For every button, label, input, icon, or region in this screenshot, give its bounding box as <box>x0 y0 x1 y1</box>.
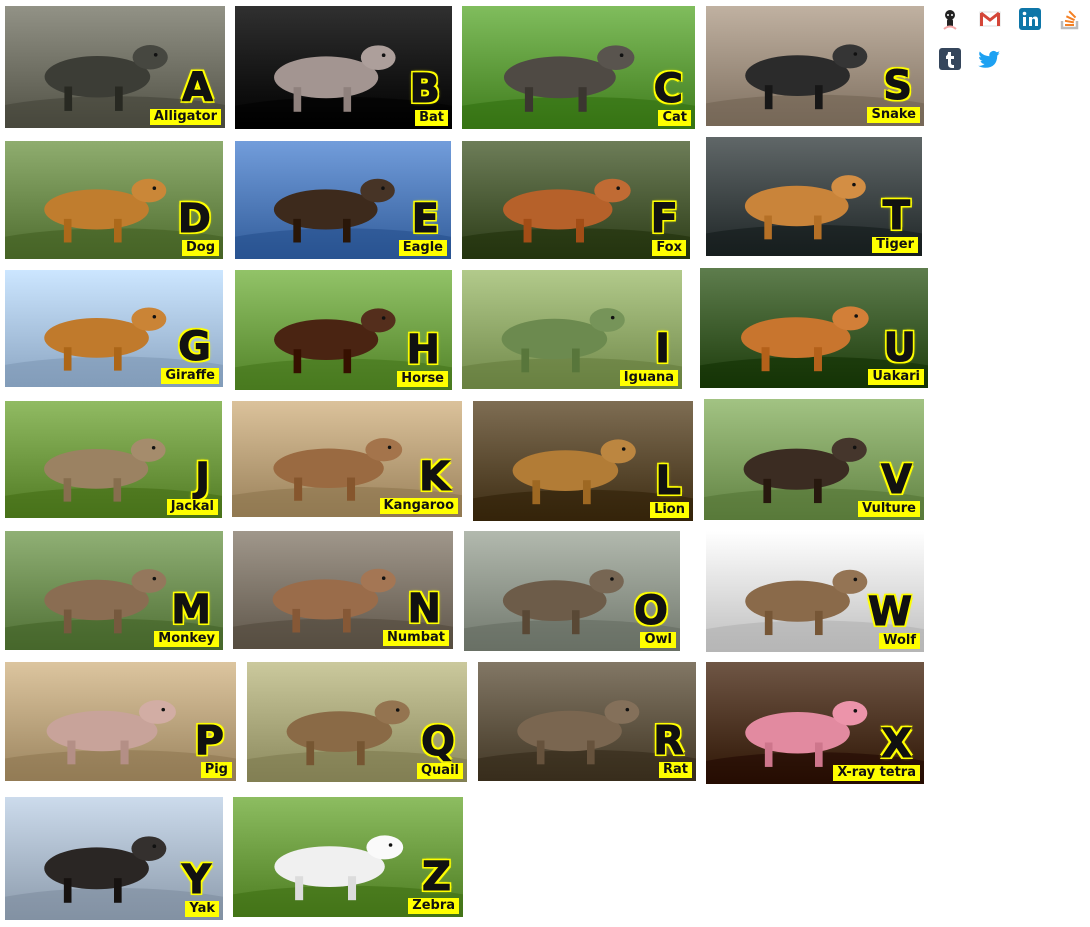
animal-letter: U <box>883 325 916 371</box>
animal-letter: W <box>867 589 912 635</box>
animal-name-label: Eagle <box>398 240 447 256</box>
animal-letter: F <box>650 196 678 242</box>
stackoverflow-icon[interactable] <box>1057 6 1083 32</box>
animal-name-label: Kangaroo <box>379 498 458 514</box>
animal-card-pig[interactable]: P Pig <box>5 662 236 781</box>
animal-name-label: Cat <box>658 110 691 126</box>
animal-card-horse[interactable]: H Horse <box>235 270 452 390</box>
animal-card-iguana[interactable]: I Iguana <box>462 270 682 389</box>
animal-name-label: Horse <box>397 371 448 387</box>
animal-name-label: Snake <box>867 107 920 123</box>
animal-letter: N <box>407 586 441 632</box>
animal-letter: G <box>178 324 212 370</box>
animal-name-label: Wolf <box>879 633 920 649</box>
animal-letter: Y <box>182 857 212 903</box>
animal-letter: S <box>883 63 913 109</box>
animal-letter: C <box>653 66 683 112</box>
animal-card-dog[interactable]: D Dog <box>5 141 223 259</box>
animal-card-yak[interactable]: Y Yak <box>5 797 223 920</box>
animal-card-rat[interactable]: R Rat <box>478 662 696 781</box>
animal-card-bat[interactable]: B Bat <box>235 6 452 129</box>
twitter-icon[interactable] <box>977 46 1003 72</box>
animal-name-label: Tiger <box>872 237 918 253</box>
animal-name-label: Giraffe <box>161 368 219 384</box>
animal-letter: Q <box>420 719 455 765</box>
animal-letter: J <box>195 455 211 501</box>
animal-letter: D <box>177 196 211 242</box>
animal-letter: H <box>406 327 440 373</box>
animal-letter: B <box>409 66 440 112</box>
animal-card-cat[interactable]: C Cat <box>462 6 695 129</box>
animal-letter: E <box>411 196 439 242</box>
animal-name-label: Bat <box>415 110 448 126</box>
animal-name-label: X-ray tetra <box>833 765 920 781</box>
animal-card-lion[interactable]: L Lion <box>473 401 693 521</box>
animal-letter: Z <box>421 854 451 900</box>
animal-name-label: Iguana <box>619 370 678 386</box>
animal-name-label: Uakari <box>868 369 924 385</box>
animal-card-owl[interactable]: O Owl <box>464 531 680 651</box>
animal-card-monkey[interactable]: M Monkey <box>5 531 223 650</box>
animal-name-label: Dog <box>181 240 219 256</box>
animal-name-label: Yak <box>185 901 219 917</box>
animal-alphabet-gallery: A Alligator B Bat C Cat S Snake D Dog E Eagle F Fox T T… <box>0 0 1090 927</box>
animal-letter: I <box>655 326 671 372</box>
animal-letter: V <box>881 457 913 503</box>
animal-letter: A <box>182 65 214 111</box>
animal-card-eagle[interactable]: E Eagle <box>235 141 451 259</box>
animal-letter: X <box>881 721 913 767</box>
animal-card-wolf[interactable]: W Wolf <box>706 531 924 652</box>
animal-name-label: Fox <box>652 240 686 256</box>
animal-letter: L <box>655 458 681 504</box>
animal-name-label: Jackal <box>166 499 218 515</box>
linkedin-icon[interactable] <box>1017 6 1043 32</box>
animal-letter: K <box>419 454 451 500</box>
animal-name-label: Zebra <box>408 898 459 914</box>
animal-name-label: Alligator <box>149 109 221 125</box>
animal-card-jackal[interactable]: J Jackal <box>5 401 222 518</box>
animal-name-label: Lion <box>650 502 689 518</box>
animal-letter: M <box>171 587 212 633</box>
animal-name-label: Monkey <box>154 631 219 647</box>
animal-card-quail[interactable]: Q Quail <box>247 662 467 782</box>
animal-letter: P <box>194 718 224 764</box>
github-icon[interactable] <box>937 6 963 32</box>
animal-card-giraffe[interactable]: G Giraffe <box>5 270 223 387</box>
animal-card-numbat[interactable]: N Numbat <box>233 531 453 649</box>
animal-letter: O <box>633 588 668 634</box>
animal-letter: T <box>882 193 910 239</box>
animal-card-uakari[interactable]: U Uakari <box>700 268 928 388</box>
gmail-icon[interactable] <box>977 6 1003 32</box>
animal-name-label: Owl <box>640 632 676 648</box>
animal-name-label: Quail <box>417 763 463 779</box>
animal-name-label: Vulture <box>857 501 920 517</box>
animal-card-fox[interactable]: F Fox <box>462 141 690 259</box>
animal-name-label: Pig <box>200 762 232 778</box>
animal-card-zebra[interactable]: Z Zebra <box>233 797 463 917</box>
tumblr-icon[interactable] <box>937 46 963 72</box>
animal-name-label: Numbat <box>383 630 449 646</box>
animal-card-x-ray-tetra[interactable]: X X-ray tetra <box>706 662 924 784</box>
animal-card-kangaroo[interactable]: K Kangaroo <box>232 401 462 517</box>
animal-card-alligator[interactable]: A Alligator <box>5 6 225 128</box>
animal-letter: R <box>653 718 685 764</box>
animal-card-tiger[interactable]: T Tiger <box>706 137 922 256</box>
animal-card-vulture[interactable]: V Vulture <box>704 399 924 520</box>
animal-name-label: Rat <box>659 762 692 778</box>
animal-card-snake[interactable]: S Snake <box>706 6 924 126</box>
